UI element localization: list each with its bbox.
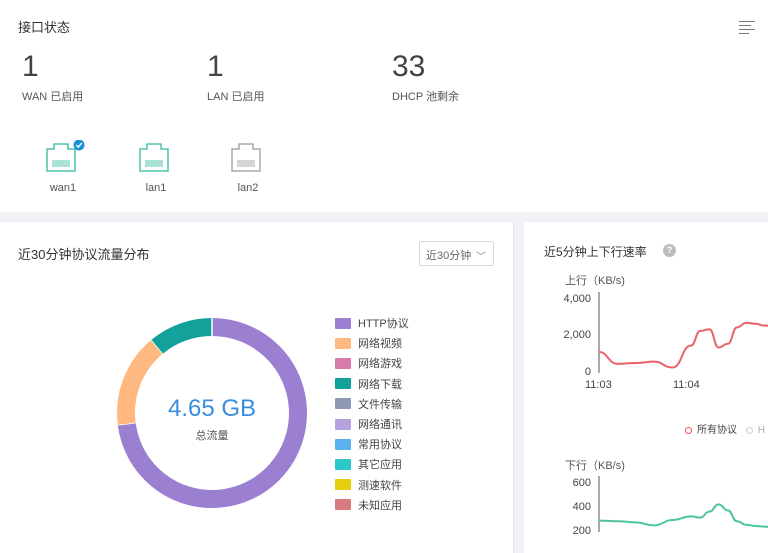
upload-axis-title: 上行（KB/s) [565, 275, 625, 287]
lan-count: 1 [207, 50, 224, 83]
legend-item[interactable]: 网络游戏 [335, 353, 409, 373]
legend-swatch [335, 378, 351, 390]
protocol-legend: HTTP协议 网络视频网络游戏网络下载文件传输网络通讯常用协议其它应用测速软件未知… [335, 313, 409, 515]
wan-count: 1 [22, 50, 39, 83]
upload-line-chart [598, 292, 768, 373]
lan-stat: 1 LAN 已启用 [207, 50, 264, 104]
wan-stat: 1 WAN 已启用 [22, 50, 83, 104]
donut-center: 4.65 GB 总流量 [132, 395, 292, 443]
legend-label: 测速软件 [358, 479, 402, 492]
rate-legend: 所有协议 H [685, 421, 765, 436]
legend-item[interactable]: 其它应用 [335, 454, 409, 474]
dhcp-label: DHCP 池剩余 [392, 91, 460, 103]
port-label: lan1 [145, 182, 167, 194]
legend-swatch [335, 479, 351, 491]
legend-swatch [335, 337, 351, 349]
y-tick: 200 [572, 525, 591, 537]
y-tick: 400 [572, 501, 591, 513]
legend-item[interactable]: 网络下载 [335, 374, 409, 394]
port-wan1[interactable]: wan1 [33, 140, 93, 194]
interface-status-panel: 接口状态 1 WAN 已启用 1 LAN 已启用 33 DHCP 池剩余 wan… [0, 0, 768, 212]
menu-icon[interactable] [739, 21, 755, 35]
download-line-chart [598, 476, 768, 532]
legend-swatch [335, 357, 351, 369]
chevron-down-icon: ﹀ [476, 252, 486, 263]
legend-label: 常用协议 [358, 439, 402, 452]
legend-label: 网络下载 [358, 378, 402, 391]
legend-swatch [335, 418, 351, 430]
legend-item-other[interactable]: H [745, 425, 766, 436]
legend-item[interactable]: 未知应用 [335, 495, 409, 515]
legend-item[interactable]: HTTP协议 [335, 313, 409, 333]
port-lan2[interactable]: lan2 [218, 140, 278, 194]
y-tick: 2,000 [563, 329, 591, 341]
legend-item[interactable]: 常用协议 [335, 434, 409, 454]
legend-swatch [335, 317, 351, 329]
legend-label: 其它应用 [358, 459, 402, 472]
series-line [598, 321, 768, 369]
legend-item-all[interactable]: 所有协议 [685, 425, 737, 436]
legend-item[interactable]: 网络视频 [335, 333, 409, 353]
y-tick: 600 [572, 477, 591, 489]
legend-label: 未知应用 [358, 499, 402, 512]
total-traffic-label: 总流量 [195, 430, 229, 442]
legend-item[interactable]: 网络通讯 [335, 414, 409, 434]
port-lan1[interactable]: lan1 [126, 140, 186, 194]
legend-label: 文件传输 [358, 398, 402, 411]
legend-item[interactable]: 文件传输 [335, 394, 409, 414]
y-tick: 0 [584, 366, 591, 378]
legend-label: 网络游戏 [358, 358, 402, 371]
legend-marker-icon [745, 426, 753, 434]
donut-slice[interactable] [151, 318, 213, 354]
dhcp-count: 33 [392, 50, 426, 83]
legend-marker-icon [685, 426, 692, 434]
port-label: wan1 [49, 182, 77, 194]
dhcp-stat: 33 DHCP 池剩余 [392, 50, 459, 104]
legend-label: H [757, 425, 766, 436]
protocol-card-title: 近30分钟协议流量分布 [18, 247, 150, 262]
help-icon[interactable]: ? [663, 244, 676, 257]
time-range-select[interactable]: 近30分钟 ﹀ [419, 241, 494, 266]
port-label: lan2 [237, 182, 259, 194]
legend-swatch [335, 499, 351, 511]
legend-item[interactable]: 测速软件 [335, 475, 409, 495]
legend-label: 网络视频 [358, 338, 402, 351]
total-traffic-value: 4.65 GB [167, 395, 257, 422]
ethernet-port-icon [231, 143, 261, 172]
wan-label: WAN 已启用 [22, 91, 84, 103]
ethernet-port-icon [46, 140, 85, 172]
legend-swatch [335, 458, 351, 470]
legend-label: 网络通讯 [358, 419, 402, 432]
lan-label: LAN 已启用 [207, 91, 265, 103]
interface-status-title: 接口状态 [18, 20, 71, 35]
time-range-value: 近30分钟 [426, 250, 472, 262]
download-axis-title: 下行（KB/s) [565, 460, 625, 472]
legend-label: 所有协议 [697, 425, 737, 436]
series-line [598, 503, 768, 528]
ethernet-port-icon [139, 143, 169, 172]
legend-swatch [335, 398, 351, 410]
legend-label: HTTP协议 [358, 318, 409, 331]
y-tick: 4,000 [563, 293, 591, 305]
rate-card-title: 近5分钟上下行速率 [544, 245, 647, 259]
legend-swatch [335, 438, 351, 450]
